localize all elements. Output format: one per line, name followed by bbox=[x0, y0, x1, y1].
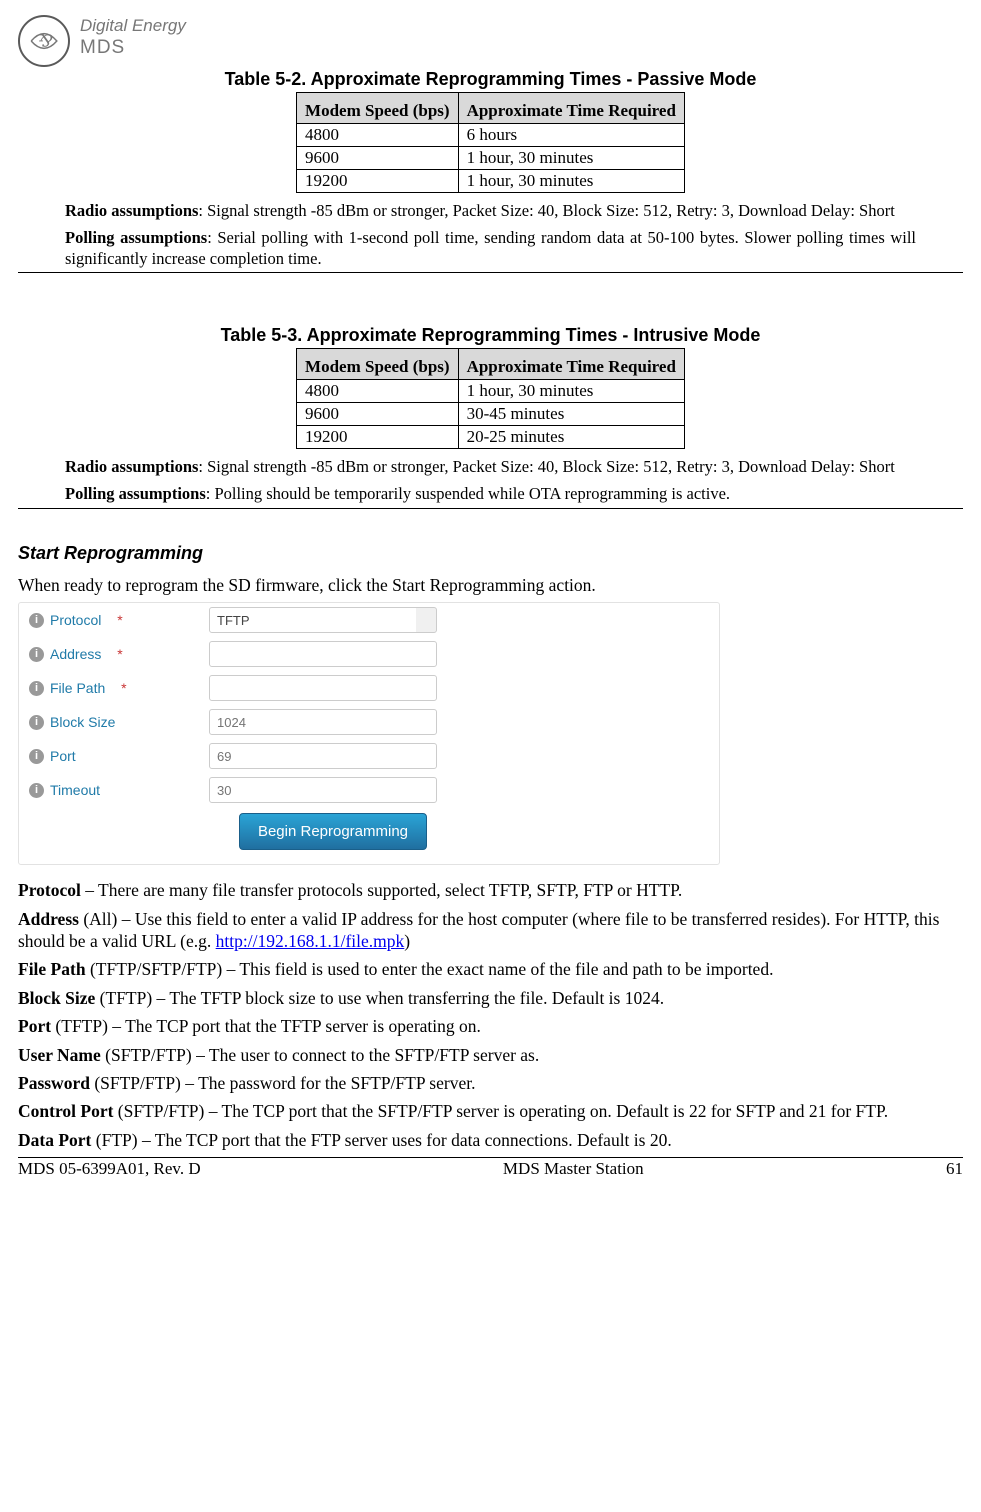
brand-header: ⅋ Digital Energy MDS bbox=[18, 15, 963, 67]
def-address: Address (All) – Use this field to enter … bbox=[18, 908, 963, 953]
def-password: Password (SFTP/FTP) – The password for t… bbox=[18, 1072, 963, 1094]
def-protocol: Protocol – There are many file transfer … bbox=[18, 879, 963, 901]
address-input[interactable] bbox=[209, 641, 437, 667]
def-filepath: File Path (TFTP/SFTP/FTP) – This field i… bbox=[18, 958, 963, 980]
col-header-time: Approximate Time Required bbox=[458, 349, 684, 380]
begin-reprogramming-button[interactable]: Begin Reprogramming bbox=[239, 813, 427, 850]
svg-text:⅋: ⅋ bbox=[37, 32, 54, 51]
footer-page-num: 61 bbox=[946, 1159, 963, 1179]
polling-assumptions-5-3: Polling assumptions: Polling should be t… bbox=[18, 484, 963, 509]
brand-line1: Digital Energy bbox=[80, 15, 186, 36]
info-icon: i bbox=[29, 715, 44, 730]
ge-logo-icon: ⅋ bbox=[18, 15, 70, 67]
footer-title: MDS Master Station bbox=[503, 1159, 644, 1179]
def-username: User Name (SFTP/FTP) – The user to conne… bbox=[18, 1044, 963, 1066]
table-row: 96001 hour, 30 minutes bbox=[297, 147, 685, 170]
info-icon: i bbox=[29, 647, 44, 662]
table-5-3: Modem Speed (bps) Approximate Time Requi… bbox=[296, 348, 685, 449]
info-icon: i bbox=[29, 681, 44, 696]
port-input[interactable] bbox=[209, 743, 437, 769]
col-header-time: Approximate Time Required bbox=[458, 93, 684, 124]
timeout-label: iTimeout bbox=[29, 782, 209, 798]
info-icon: i bbox=[29, 613, 44, 628]
protocol-select[interactable]: TFTP bbox=[209, 607, 437, 633]
brand-line2: MDS bbox=[80, 36, 186, 60]
blocksize-input[interactable] bbox=[209, 709, 437, 735]
protocol-label: iProtocol * bbox=[29, 612, 209, 628]
table-header-row: Modem Speed (bps) Approximate Time Requi… bbox=[297, 349, 685, 380]
brand-text: Digital Energy MDS bbox=[80, 15, 186, 60]
table-5-3-caption: Table 5-3. Approximate Reprogramming Tim… bbox=[18, 325, 963, 346]
address-label: iAddress * bbox=[29, 646, 209, 662]
def-dataport: Data Port (FTP) – The TCP port that the … bbox=[18, 1129, 963, 1151]
filepath-input[interactable] bbox=[209, 675, 437, 701]
info-icon: i bbox=[29, 749, 44, 764]
blocksize-label: iBlock Size bbox=[29, 714, 209, 730]
table-row: 960030-45 minutes bbox=[297, 403, 685, 426]
table-row: 192001 hour, 30 minutes bbox=[297, 170, 685, 193]
example-url-link[interactable]: http://192.168.1.1/file.mpk bbox=[216, 931, 405, 951]
table-row: 48006 hours bbox=[297, 124, 685, 147]
required-star-icon: * bbox=[117, 612, 122, 628]
table-row: 48001 hour, 30 minutes bbox=[297, 380, 685, 403]
def-controlport: Control Port (SFTP/FTP) – The TCP port t… bbox=[18, 1100, 963, 1122]
def-blocksize: Block Size (TFTP) – The TFTP block size … bbox=[18, 987, 963, 1009]
footer-doc-id: MDS 05-6399A01, Rev. D bbox=[18, 1159, 201, 1179]
page-footer: MDS 05-6399A01, Rev. D MDS Master Statio… bbox=[18, 1157, 963, 1179]
filepath-label: iFile Path * bbox=[29, 680, 209, 696]
reprogramming-form: iProtocol * TFTP iAddress * iFile Path *… bbox=[18, 602, 720, 865]
polling-assumptions-5-2: Polling assumptions: Serial polling with… bbox=[18, 228, 963, 274]
col-header-speed: Modem Speed (bps) bbox=[297, 349, 459, 380]
required-star-icon: * bbox=[121, 680, 126, 696]
timeout-input[interactable] bbox=[209, 777, 437, 803]
table-5-2: Modem Speed (bps) Approximate Time Requi… bbox=[296, 92, 685, 193]
col-header-speed: Modem Speed (bps) bbox=[297, 93, 459, 124]
radio-assumptions-5-3: Radio assumptions: Signal strength -85 d… bbox=[18, 457, 963, 478]
table-row: 1920020-25 minutes bbox=[297, 426, 685, 449]
required-star-icon: * bbox=[117, 646, 122, 662]
radio-assumptions-5-2: Radio assumptions: Signal strength -85 d… bbox=[18, 201, 963, 222]
def-port: Port (TFTP) – The TCP port that the TFTP… bbox=[18, 1015, 963, 1037]
table-header-row: Modem Speed (bps) Approximate Time Requi… bbox=[297, 93, 685, 124]
table-5-2-caption: Table 5-2. Approximate Reprogramming Tim… bbox=[18, 69, 963, 90]
start-reprogramming-heading: Start Reprogramming bbox=[18, 543, 963, 564]
info-icon: i bbox=[29, 783, 44, 798]
start-reprogramming-intro: When ready to reprogram the SD firmware,… bbox=[18, 574, 963, 596]
port-label: iPort bbox=[29, 748, 209, 764]
